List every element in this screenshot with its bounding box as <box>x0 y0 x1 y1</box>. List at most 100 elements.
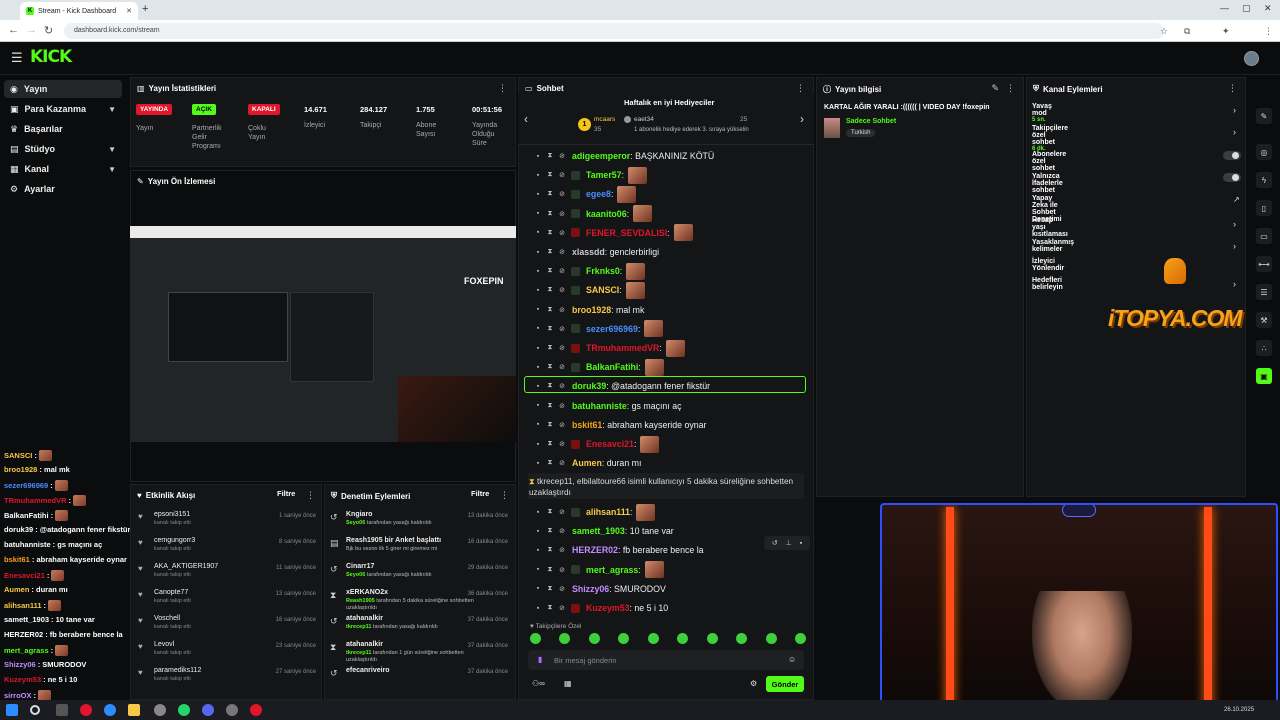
calendar-icon[interactable]: ▦ <box>564 679 572 688</box>
timeout-icon[interactable]: ⧗ <box>544 190 556 198</box>
moderation-target[interactable]: Kngiaro <box>346 511 372 518</box>
ban-icon[interactable]: ⊘ <box>556 402 568 410</box>
reload-icon[interactable]: ↻ <box>44 24 53 37</box>
chat-username[interactable]: xlassdd <box>572 247 605 257</box>
timeout-icon[interactable]: ⧗ <box>544 267 556 275</box>
emote-icon[interactable] <box>647 633 659 644</box>
chat-username[interactable]: kaanito06 <box>586 209 627 219</box>
trash-icon[interactable]: ▪ <box>532 460 544 467</box>
toggle-switch[interactable] <box>1223 173 1241 182</box>
ban-icon[interactable]: ⊘ <box>556 604 568 612</box>
timeout-icon[interactable]: ⧗ <box>544 508 556 516</box>
more-options-icon[interactable]: ⋮ <box>1228 83 1237 94</box>
trash-icon[interactable]: ▪ <box>532 172 544 179</box>
timeout-icon[interactable]: ⧗ <box>544 402 556 410</box>
trash-icon[interactable]: ▪ <box>532 528 544 535</box>
emote-icon[interactable] <box>794 633 806 644</box>
hamburger-menu-icon[interactable]: ☰ <box>11 50 23 66</box>
microphone-icon[interactable]: ▮ <box>538 655 542 664</box>
trash-icon[interactable]: ▪ <box>532 402 544 409</box>
chat-username[interactable]: Kuzeym53 <box>586 603 630 613</box>
chat-username[interactable]: Enesavci21 <box>586 439 634 449</box>
trash-icon[interactable]: ▪ <box>532 585 544 592</box>
ban-icon[interactable]: ⊘ <box>556 152 568 160</box>
chat-username[interactable]: samett_1903 <box>572 526 625 536</box>
timeout-icon[interactable]: ⧗ <box>544 363 556 371</box>
more-options-icon[interactable]: ⋮ <box>498 83 507 94</box>
chat-settings-icon[interactable]: ⚙ <box>750 679 757 688</box>
ban-icon[interactable]: ⊘ <box>556 440 568 448</box>
url-field[interactable]: dashboard.kick.com/stream <box>64 23 1164 39</box>
trash-icon[interactable]: ▪ <box>532 229 544 236</box>
sidebar-item-ayarlar[interactable]: ⚙ Ayarlar <box>4 180 122 198</box>
channel-action-item[interactable]: Yavaş mod 5 sn. <box>1032 103 1052 123</box>
discord-icon[interactable] <box>202 704 214 716</box>
trash-icon[interactable]: ▪ <box>532 268 544 275</box>
timeout-icon[interactable]: ⧗ <box>544 440 556 448</box>
timeout-icon[interactable]: ⧗ <box>544 210 556 218</box>
trash-icon[interactable]: ▪ <box>532 566 544 573</box>
moderation-filter-button[interactable]: Filtre <box>471 489 489 498</box>
chevron-right-icon[interactable]: › <box>1233 105 1236 115</box>
app-icon[interactable] <box>80 704 92 716</box>
moderation-actor[interactable]: Seyo06 <box>346 520 365 526</box>
moderation-actor[interactable]: tkrecep11 <box>346 624 371 630</box>
moderation-target[interactable]: Cinarr17 <box>346 563 374 570</box>
edge-icon[interactable] <box>104 704 116 716</box>
extensions-icon[interactable]: ✦ <box>1222 26 1230 37</box>
chat-username[interactable]: sezer696969 <box>586 324 638 334</box>
chevron-right-icon[interactable]: › <box>1233 127 1236 137</box>
trash-icon[interactable]: ▪ <box>532 249 544 256</box>
ban-icon[interactable]: ⊘ <box>556 344 568 352</box>
chevron-right-icon[interactable]: › <box>1233 279 1236 289</box>
activity-username[interactable]: paramediks112 <box>154 667 201 674</box>
sidebar-item-kanal[interactable]: ▦ Kanal ▼ <box>4 160 122 178</box>
timeout-icon[interactable]: ⧗ <box>544 248 556 256</box>
timeout-icon[interactable]: ⧗ <box>544 585 556 593</box>
category-name[interactable]: Sadece Sohbet <box>846 118 896 125</box>
moderation-target[interactable]: efecanriveiro <box>346 667 390 674</box>
chat-username[interactable]: alihsan111 <box>586 507 630 517</box>
activity-username[interactable]: Canopte77 <box>154 589 188 596</box>
new-tab-button[interactable]: + <box>142 3 148 15</box>
task-view-icon[interactable] <box>56 704 68 716</box>
settings-icon[interactable] <box>226 704 238 716</box>
timeout-icon[interactable]: ⧗ <box>544 152 556 160</box>
ban-icon[interactable]: ⊘ <box>556 566 568 574</box>
link-icon[interactable]: ⟷ <box>1256 256 1272 272</box>
sidebar-item-para-kazanma[interactable]: ▣ Para Kazanma ▼ <box>4 100 122 118</box>
chevron-right-icon[interactable]: › <box>1233 219 1236 229</box>
maximize-icon[interactable]: ▢ <box>1242 3 1251 14</box>
sidebar-item-studyo[interactable]: ▤ Stüdyo ▼ <box>4 140 122 158</box>
activity-filter-button[interactable]: Filtre <box>277 489 295 498</box>
timeout-icon[interactable]: ⧗ <box>544 459 556 467</box>
ban-icon[interactable]: ⊘ <box>556 421 568 429</box>
close-window-icon[interactable]: ✕ <box>1264 3 1272 14</box>
wrench-icon[interactable]: ⚒ <box>1256 312 1272 328</box>
channel-action-item[interactable]: Yalnızca İfadelerle sohbet <box>1032 173 1063 194</box>
timeout-icon[interactable]: ⧗ <box>544 566 556 574</box>
back-icon[interactable]: ← <box>8 24 19 36</box>
send-button[interactable]: Gönder <box>766 676 804 692</box>
chat-username[interactable]: adigeemperor <box>572 151 630 161</box>
emoji-icon[interactable]: ☺ <box>788 655 796 664</box>
user-avatar[interactable] <box>1244 51 1259 66</box>
undo-icon[interactable]: ↺ <box>772 539 778 547</box>
ban-icon[interactable]: ⊘ <box>556 229 568 237</box>
close-tab-icon[interactable]: ✕ <box>126 7 132 15</box>
extension-icon[interactable]: ⧉ <box>1184 26 1190 37</box>
timeout-icon[interactable]: ⧗ <box>544 344 556 352</box>
chat-username[interactable]: mert_agrass <box>586 565 638 575</box>
chat-username[interactable]: egee8 <box>586 189 611 199</box>
browser-menu-icon[interactable]: ⋮ <box>1264 26 1273 37</box>
timeout-icon[interactable]: ⧗ <box>544 325 556 333</box>
search-icon[interactable] <box>30 705 40 715</box>
timeout-icon[interactable]: ⧗ <box>544 421 556 429</box>
activity-username[interactable]: epsoni3151 <box>154 511 190 518</box>
channel-action-item[interactable]: Yasaklanmış kelimeler <box>1032 239 1074 253</box>
list-icon[interactable]: ☰ <box>1256 284 1272 300</box>
ban-icon[interactable]: ⊘ <box>556 527 568 535</box>
chat-username[interactable]: BalkanFatihi <box>586 362 638 372</box>
ban-icon[interactable]: ⊘ <box>556 267 568 275</box>
trash-icon[interactable]: ▪ <box>532 509 544 516</box>
